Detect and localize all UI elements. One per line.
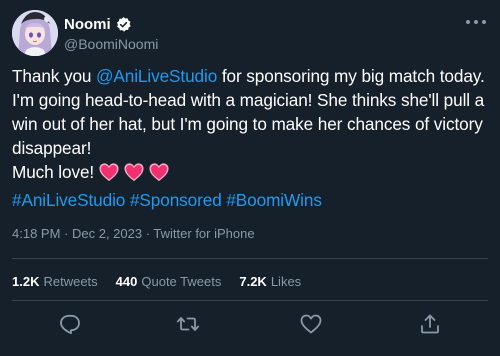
mention-link[interactable]: @AniLiveStudio bbox=[96, 66, 217, 86]
divider bbox=[12, 258, 488, 259]
likes-count: 7.2K bbox=[239, 274, 267, 289]
anime-avatar-icon bbox=[12, 10, 58, 56]
closing-line: Much love! bbox=[12, 162, 95, 182]
tweet-date[interactable]: Dec 2, 2023 bbox=[72, 226, 142, 241]
share-icon[interactable] bbox=[418, 312, 442, 336]
heart-icon bbox=[149, 163, 169, 182]
heart-icon bbox=[124, 163, 144, 182]
likes-stat[interactable]: 7.2K Likes bbox=[239, 274, 301, 289]
meta-separator: · bbox=[60, 226, 72, 241]
tweet-header: Noomi @BoomiNoomi bbox=[12, 8, 488, 56]
retweets-label: Retweets bbox=[43, 274, 98, 289]
hashtag-boomiwins[interactable]: #BoomiWins bbox=[226, 190, 322, 210]
display-name[interactable]: Noomi bbox=[64, 16, 111, 33]
retweets-stat[interactable]: 1.2K Retweets bbox=[12, 274, 98, 289]
like-icon[interactable] bbox=[299, 312, 323, 336]
tweet-source[interactable]: Twitter for iPhone bbox=[153, 226, 254, 241]
verified-badge-icon bbox=[116, 16, 131, 32]
hashtag-anilivestudio[interactable]: #AniLiveStudio bbox=[12, 190, 125, 210]
author-handle[interactable]: @BoomiNoomi bbox=[64, 36, 158, 52]
hashtag-sponsored[interactable]: #Sponsored bbox=[130, 190, 222, 210]
retweets-count: 1.2K bbox=[12, 274, 40, 289]
likes-label: Likes bbox=[270, 274, 302, 289]
tweet-meta: 4:18 PM · Dec 2, 2023 · Twitter for iPho… bbox=[12, 226, 255, 241]
tweet-text: Thank you @AniLiveStudio for sponsoring … bbox=[12, 64, 492, 212]
author-names: Noomi @BoomiNoomi bbox=[64, 14, 158, 53]
tweet-stats: 1.2K Retweets 440 Quote Tweets 7.2K Likes bbox=[12, 274, 319, 289]
quote-tweets-label: Quote Tweets bbox=[141, 274, 222, 289]
heart-icon bbox=[99, 163, 119, 182]
retweet-icon[interactable] bbox=[176, 312, 200, 336]
more-options-icon[interactable] bbox=[466, 14, 486, 30]
tweet-card: Noomi @BoomiNoomi Thank you @AniLiveStud… bbox=[0, 0, 500, 356]
quote-tweets-stat[interactable]: 440 Quote Tweets bbox=[116, 274, 222, 289]
divider bbox=[12, 300, 488, 301]
tweet-actions bbox=[12, 312, 488, 340]
meta-separator: · bbox=[142, 226, 154, 241]
avatar[interactable] bbox=[12, 10, 58, 56]
quote-tweets-count: 440 bbox=[115, 274, 138, 289]
heart-emojis bbox=[98, 162, 173, 188]
reply-icon[interactable] bbox=[58, 312, 82, 336]
tweet-time[interactable]: 4:18 PM bbox=[12, 226, 60, 241]
tweet-text-intro: Thank you bbox=[12, 66, 97, 86]
